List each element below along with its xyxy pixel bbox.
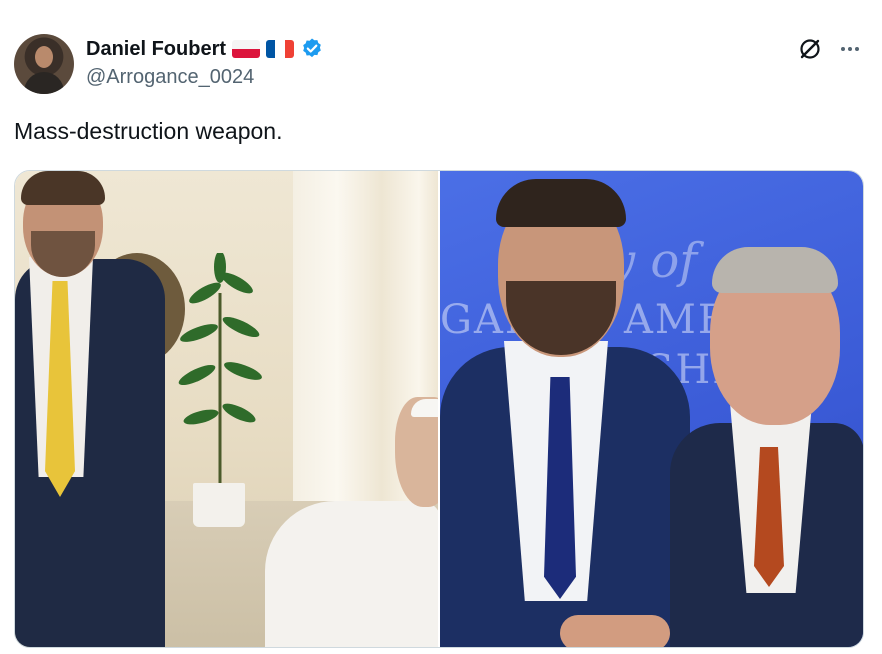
- left-man-hair: [496, 179, 626, 227]
- photo-right[interactable]: y of GAI AME SHIP: [440, 171, 863, 647]
- more-icon[interactable]: [837, 36, 863, 62]
- plant-image: [178, 253, 262, 485]
- author-name-row: Daniel Foubert: [86, 36, 324, 62]
- right-man-hair: [712, 247, 838, 293]
- france-flag-icon: [266, 40, 294, 58]
- avatar[interactable]: [14, 34, 74, 94]
- author-display-name[interactable]: Daniel Foubert: [86, 38, 226, 61]
- avatar-shirt: [24, 72, 64, 94]
- author-handle[interactable]: @Arrogance_0024: [86, 66, 254, 89]
- photo-left[interactable]: [15, 171, 438, 647]
- poland-flag-icon: [232, 40, 261, 58]
- man-hair: [21, 171, 105, 205]
- verified-badge-icon: [303, 38, 321, 58]
- white-robe: [265, 501, 438, 647]
- plant-pot: [193, 483, 245, 527]
- tweet-text: Mass-destruction weapon.: [14, 118, 283, 144]
- avatar-face: [35, 46, 53, 68]
- grok-icon[interactable]: [797, 36, 823, 62]
- tweet-card[interactable]: Daniel Foubert @Arrogance_0024 Mass-dest…: [0, 0, 882, 654]
- handshake: [560, 615, 670, 647]
- media-grid: y of GAI AME SHIP: [14, 170, 864, 648]
